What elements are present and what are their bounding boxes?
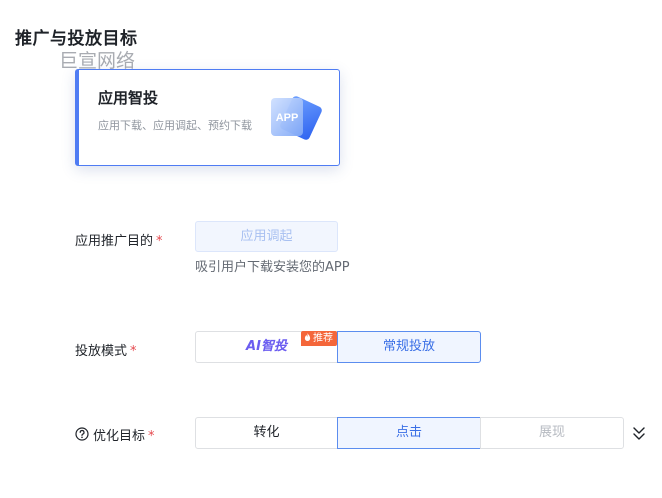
card-description: 应用下载、应用调起、预约下载 [98,119,252,132]
recommend-badge: 推荐 [301,331,337,346]
goal-impression-option: 展现 [480,417,624,449]
mode-label: 投放模式 * [75,340,137,359]
mode-label-text: 投放模式 [75,344,128,359]
goal-label: 优化目标 * [93,425,155,444]
goal-click-option[interactable]: 点击 [337,417,481,449]
purpose-label-text: 应用推广目的 [75,234,154,249]
app-icon-text: APP [276,112,299,124]
app-smart-card[interactable]: 应用智投 应用下载、应用调起、预约下载 APP [75,69,340,166]
purpose-label: 应用推广目的 * [75,230,163,249]
double-chevron-down-icon[interactable] [631,424,647,442]
ai-smart-label: AI智投 [246,339,287,354]
required-mark: * [148,429,155,444]
goal-convert-option[interactable]: 转化 [195,417,338,449]
purpose-select[interactable]: 应用调起 [195,221,338,252]
badge-text: 推荐 [313,333,333,344]
required-mark: * [130,344,137,359]
card-title: 应用智投 [98,89,159,107]
purpose-helper-text: 吸引用户下载安装您的APP [195,260,350,275]
goal-label-text: 优化目标 [93,429,146,444]
question-circle-icon[interactable] [75,427,89,441]
app-icon: APP [271,96,322,140]
mode-regular-option[interactable]: 常规投放 [337,331,481,363]
required-mark: * [156,234,163,249]
flame-icon [304,333,311,341]
